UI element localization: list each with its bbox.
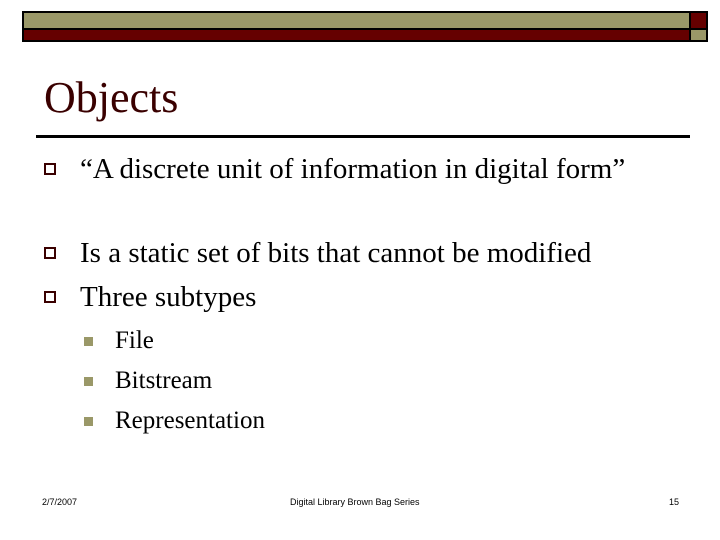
subbullet-item: Bitstream (84, 366, 213, 396)
subbullet-text: Representation (115, 407, 265, 434)
bullet-item: “A discrete unit of information in digit… (44, 152, 680, 186)
slide-title: Objects (44, 73, 179, 122)
header-maroon-square (691, 13, 706, 28)
bullet-item: Three subtypes (44, 280, 680, 314)
bullet-text: Is a static set of bits that cannot be m… (80, 237, 592, 269)
bullet-item: Is a static set of bits that cannot be m… (44, 236, 680, 270)
bullet-text: Three subtypes (80, 281, 257, 313)
header-olive-square (691, 30, 706, 40)
subbullet-item: Representation (84, 406, 265, 436)
title-underline (36, 135, 690, 138)
filled-square-bullet-icon (84, 377, 93, 386)
subbullet-text: File (115, 327, 154, 354)
subbullet-item: File (84, 326, 154, 356)
hollow-square-bullet-icon (44, 247, 56, 259)
footer-page-number: 15 (669, 497, 680, 507)
filled-square-bullet-icon (84, 417, 93, 426)
subbullet-text: Bitstream (115, 367, 213, 394)
hollow-square-bullet-icon (44, 291, 56, 303)
filled-square-bullet-icon (84, 337, 93, 346)
footer-date: 2/7/2007 (42, 497, 78, 507)
hollow-square-bullet-icon (44, 163, 56, 175)
header-olive-stripe (24, 13, 689, 28)
bullet-text: “A discrete unit of information in digit… (80, 153, 626, 185)
header-decoration-bar (22, 11, 708, 42)
footer-title: Digital Library Brown Bag Series (290, 497, 420, 507)
header-maroon-stripe (24, 30, 689, 40)
